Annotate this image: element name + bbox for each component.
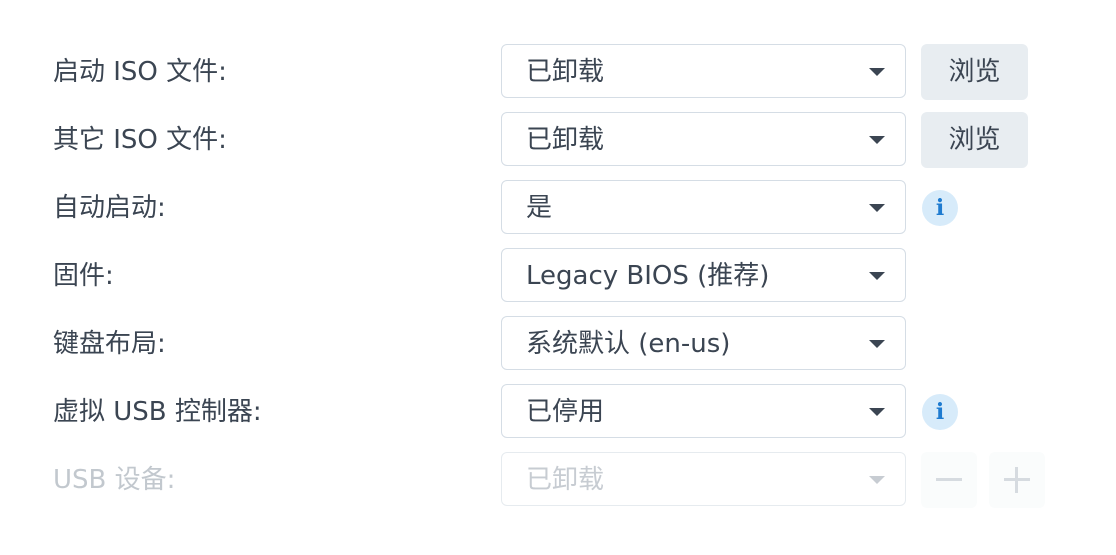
keyboard-layout-row: 键盘布局: 系统默认 (en-us) <box>0 316 1116 372</box>
other-iso-row: 其它 ISO 文件: 已卸载 浏览 <box>0 112 1116 168</box>
caret-down-icon <box>869 204 885 212</box>
usb-controller-info-icon[interactable]: i <box>922 394 958 430</box>
caret-down-icon <box>869 476 885 484</box>
usb-controller-select[interactable]: 已停用 <box>501 384 906 438</box>
boot-iso-value: 已卸载 <box>526 57 605 87</box>
add-usb-button <box>989 452 1045 508</box>
firmware-value: Legacy BIOS (推荐) <box>526 261 770 291</box>
keyboard-layout-label: 键盘布局: <box>53 329 166 359</box>
autostart-select[interactable]: 是 <box>501 180 906 234</box>
boot-iso-browse-button[interactable]: 浏览 <box>921 44 1028 100</box>
other-iso-label: 其它 ISO 文件: <box>53 125 227 155</box>
other-iso-browse-button[interactable]: 浏览 <box>921 112 1028 168</box>
caret-down-icon <box>869 136 885 144</box>
firmware-select[interactable]: Legacy BIOS (推荐) <box>501 248 906 302</box>
firmware-row: 固件: Legacy BIOS (推荐) <box>0 248 1116 304</box>
firmware-label: 固件: <box>53 261 114 291</box>
remove-usb-button <box>921 452 977 508</box>
autostart-value: 是 <box>526 193 553 223</box>
minus-icon <box>936 478 962 481</box>
caret-down-icon <box>869 68 885 76</box>
other-iso-select[interactable]: 已卸载 <box>501 112 906 166</box>
usb-device-label: USB 设备: <box>53 465 176 495</box>
caret-down-icon <box>869 408 885 416</box>
usb-controller-value: 已停用 <box>526 397 605 427</box>
keyboard-layout-select[interactable]: 系统默认 (en-us) <box>501 316 906 370</box>
boot-iso-select[interactable]: 已卸载 <box>501 44 906 98</box>
autostart-row: 自动启动: 是 i <box>0 180 1116 236</box>
other-iso-value: 已卸载 <box>526 125 605 155</box>
keyboard-layout-value: 系统默认 (en-us) <box>526 329 731 359</box>
boot-iso-row: 启动 ISO 文件: 已卸载 浏览 <box>0 44 1116 100</box>
caret-down-icon <box>869 340 885 348</box>
usb-device-select: 已卸载 <box>501 452 906 506</box>
autostart-info-icon[interactable]: i <box>922 190 958 226</box>
caret-down-icon <box>869 272 885 280</box>
usb-device-row: USB 设备: 已卸载 <box>0 452 1116 508</box>
usb-controller-row: 虚拟 USB 控制器: 已停用 i <box>0 384 1116 440</box>
usb-device-value: 已卸载 <box>526 465 605 495</box>
boot-iso-label: 启动 ISO 文件: <box>53 57 227 87</box>
usb-controller-label: 虚拟 USB 控制器: <box>53 397 262 427</box>
autostart-label: 自动启动: <box>53 193 166 223</box>
